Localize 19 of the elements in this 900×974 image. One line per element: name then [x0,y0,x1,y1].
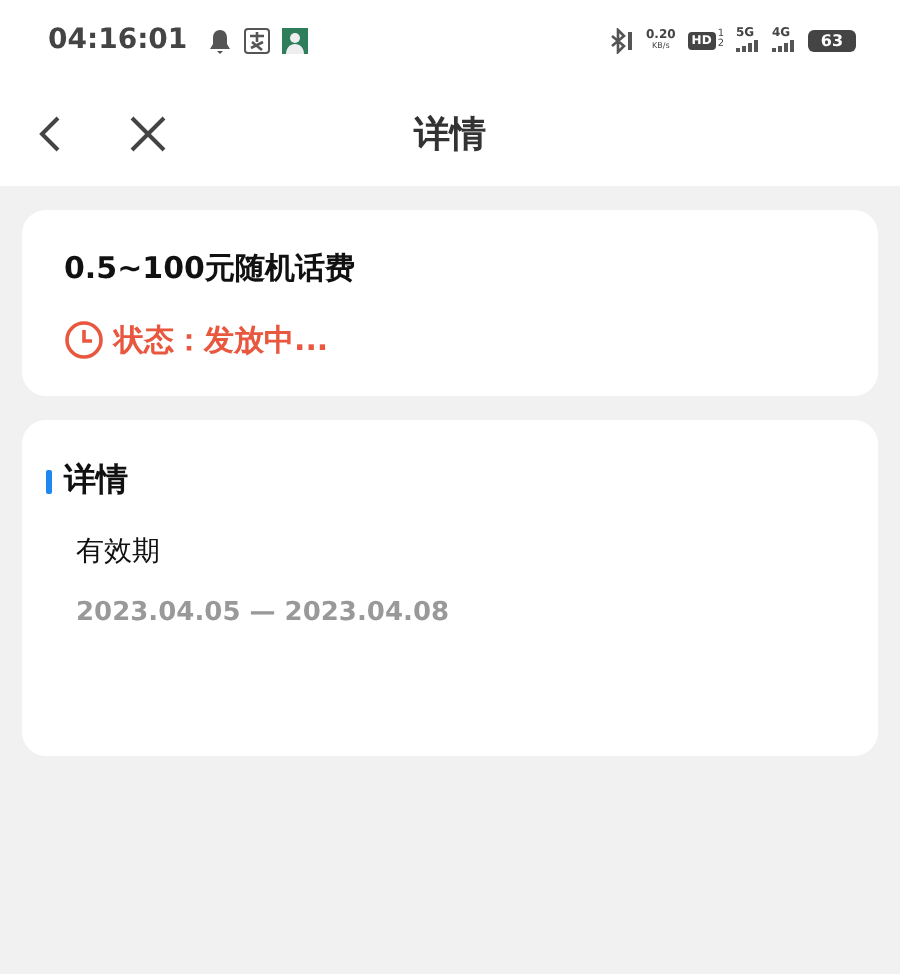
page-title: 详情 [414,113,486,155]
reward-title: 0.5~100元随机话费 [64,250,357,288]
signal-icon [772,40,796,52]
close-button[interactable] [128,113,168,153]
close-icon [128,113,168,153]
back-button[interactable] [36,113,64,153]
clock-icon [64,320,104,360]
section-heading: 详情 [64,460,128,502]
bell-icon [207,27,232,53]
signal-icon [736,40,760,52]
validity-dates: 2023.04.05 — 2023.04.08 [76,598,452,628]
bluetooth-icon [609,27,634,53]
accent-bar [46,469,52,493]
back-icon [36,113,64,153]
battery-level: 63 [808,29,856,51]
validity-label: 有效期 [76,534,162,570]
status-time: 04:16:01 [48,24,188,56]
avatar-icon [281,27,308,53]
status-text: 状态：发放中... [114,321,329,359]
